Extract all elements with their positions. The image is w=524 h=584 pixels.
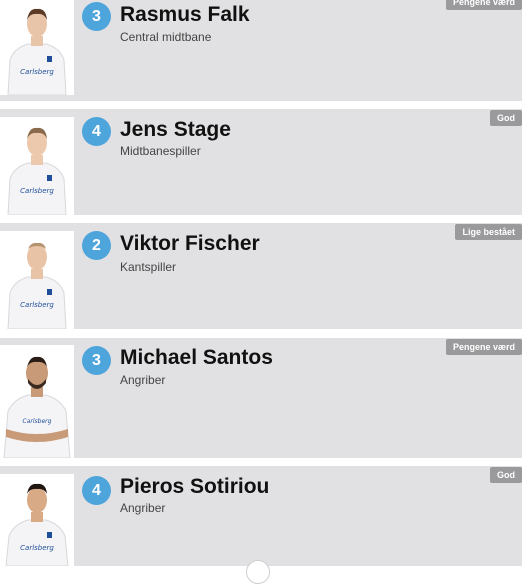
player-name: Pieros Sotiriou: [120, 475, 270, 498]
player-position: Kantspiller: [120, 260, 177, 274]
player-photo: Carlsberg: [0, 474, 74, 566]
svg-text:Carlsberg: Carlsberg: [20, 544, 54, 552]
player-card[interactable]: Carlsberg 4 Pieros Sotiriou Angriber God: [0, 466, 522, 566]
rating-circle: 4: [82, 476, 111, 505]
player-card[interactable]: Carlsberg 3 Michael Santos Angriber Peng…: [0, 338, 522, 458]
status-badge: Pengene værd: [445, 0, 522, 10]
player-photo: Carlsberg: [0, 0, 74, 95]
rating-circle: 3: [82, 2, 111, 31]
status-badge: Pengene værd: [445, 339, 522, 355]
scroll-indicator[interactable]: [246, 560, 270, 584]
player-name: Rasmus Falk: [120, 3, 250, 26]
player-photo-icon: Carlsberg: [0, 0, 74, 95]
rating-circle: 2: [82, 231, 111, 260]
svg-text:Carlsberg: Carlsberg: [20, 187, 54, 195]
svg-text:Carlsberg: Carlsberg: [20, 68, 54, 76]
rating-circle: 4: [82, 117, 111, 146]
player-position: Angriber: [120, 373, 166, 387]
svg-text:Carlsberg: Carlsberg: [20, 301, 54, 309]
player-name: Jens Stage: [120, 118, 231, 141]
player-name: Viktor Fischer: [120, 232, 260, 255]
status-badge: God: [490, 467, 522, 483]
player-photo: Carlsberg: [0, 231, 74, 329]
status-badge: Lige bestået: [455, 224, 522, 240]
player-card[interactable]: Carlsberg 3 Rasmus Falk Central midtbane…: [0, 0, 522, 101]
player-position: Central midtbane: [120, 30, 212, 44]
rating-circle: 3: [82, 346, 111, 375]
player-photo-icon: Carlsberg: [0, 345, 74, 458]
player-photo: Carlsberg: [0, 117, 74, 215]
player-card[interactable]: Carlsberg 2 Viktor Fischer Kantspiller L…: [0, 223, 522, 329]
status-badge: God: [490, 110, 522, 126]
player-position: Midtbanespiller: [120, 144, 201, 158]
player-position: Angriber: [120, 501, 166, 515]
player-photo-icon: Carlsberg: [0, 117, 74, 215]
player-photo-icon: Carlsberg: [0, 474, 74, 566]
player-name: Michael Santos: [120, 346, 273, 369]
player-photo-icon: Carlsberg: [0, 231, 74, 329]
player-card[interactable]: Carlsberg 4 Jens Stage Midtbanespiller G…: [0, 109, 522, 215]
svg-text:Carlsberg: Carlsberg: [23, 418, 52, 425]
player-photo: Carlsberg: [0, 345, 74, 458]
